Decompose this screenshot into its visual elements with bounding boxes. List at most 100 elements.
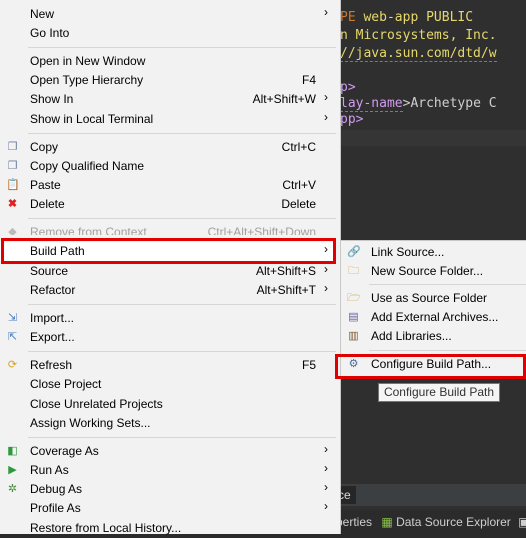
menu-item-go-into[interactable]: Go Into	[0, 24, 336, 43]
menu-item-remove-from-context: ◆ Remove from Context Ctrl+Alt+Shift+Dow…	[0, 223, 336, 235]
menu-item-label: Source	[30, 264, 69, 278]
menu-item-label: Close Unrelated Projects	[30, 397, 163, 411]
menu-item-export[interactable]: ⇱ Export...	[0, 328, 336, 347]
submenu-arrow-icon: ›	[324, 90, 328, 104]
copy-qualified-icon: ❐	[7, 160, 18, 172]
properties-tab[interactable]: perties	[336, 515, 372, 529]
submenu-arrow-icon: ›	[324, 499, 328, 513]
shortcut-label: Ctrl+Alt+Shift+Down	[207, 225, 316, 235]
menu-item-label: Paste	[30, 178, 61, 192]
code-line: p>	[340, 80, 356, 95]
delete-icon: ✖	[7, 198, 18, 210]
current-line-highlight	[336, 130, 526, 146]
code-line: //java.sun.com/dtd/w	[340, 46, 497, 62]
menu-item-close-project[interactable]: Close Project	[0, 375, 336, 394]
menu-item-label: Refactor	[30, 283, 76, 297]
menu-item-label: Remove from Context	[30, 225, 147, 235]
submenu-item-label: Add Libraries...	[371, 329, 452, 343]
highlight-box-build-path	[1, 238, 336, 264]
menu-item-refresh[interactable]: ⟳ Refresh F5	[0, 356, 336, 375]
menu-item-copy[interactable]: ❐ Copy Ctrl+C	[0, 138, 336, 157]
menu-item-close-unrelated-projects[interactable]: Close Unrelated Projects	[0, 395, 336, 414]
data-source-icon: ▦	[381, 515, 393, 529]
refresh-icon: ⟳	[7, 359, 18, 371]
context-menu: New › Go Into Open in New Window Open Ty…	[0, 0, 341, 535]
menu-item-label: Debug As	[30, 482, 83, 496]
menu-item-label: Show in Local Terminal	[30, 112, 154, 126]
shortcut-label: Alt+Shift+S	[255, 264, 316, 278]
shortcut-label: Ctrl+V	[282, 178, 316, 192]
code-line: pp>	[340, 112, 364, 127]
code-line: PE web-app PUBLIC	[340, 10, 474, 25]
shortcut-label: F5	[301, 358, 316, 372]
menu-item-label: New	[30, 7, 55, 21]
menu-item-label: Import...	[30, 311, 75, 325]
menu-item-delete[interactable]: ✖ Delete Delete	[0, 195, 336, 214]
submenu-item-label: Use as Source Folder	[371, 291, 488, 305]
menu-item-label: Copy Qualified Name	[30, 159, 145, 173]
submenu-arrow-icon: ›	[324, 281, 328, 295]
submenu-item-new-source-folder[interactable]: 🗀 New Source Folder...	[341, 262, 526, 281]
submenu-arrow-icon: ›	[324, 461, 328, 475]
submenu-item-link-source[interactable]: 🔗 Link Source...	[341, 243, 526, 262]
menu-item-label: Run As	[30, 463, 69, 477]
paste-icon: 📋	[6, 179, 20, 191]
submenu-item-add-libraries[interactable]: ▥ Add Libraries...	[341, 327, 526, 346]
menu-item-label: Open in New Window	[30, 54, 146, 68]
menu-item-label: Open Type Hierarchy	[30, 73, 144, 87]
menu-item-paste[interactable]: 📋 Paste Ctrl+V	[0, 176, 336, 195]
menu-item-import[interactable]: ⇲ Import...	[0, 309, 336, 328]
copy-icon: ❐	[7, 141, 18, 153]
source-folder-icon: 🗁	[347, 292, 361, 304]
code-line: n Microsystems, Inc.	[340, 28, 497, 43]
menu-item-copy-qualified-name[interactable]: ❐ Copy Qualified Name	[0, 157, 336, 176]
submenu-separator	[369, 350, 526, 351]
submenu-arrow-icon: ›	[324, 262, 328, 276]
run-icon: ▶	[8, 464, 17, 476]
menu-item-label: Refresh	[30, 358, 73, 372]
data-source-explorer-tab[interactable]: Data Source Explorer	[396, 515, 511, 529]
remove-context-icon: ◆	[8, 226, 17, 235]
menu-item-coverage-as[interactable]: ◧ Coverage As ›	[0, 442, 336, 461]
view-tab-strip: perties ▦ Data Source Explorer ▣	[336, 510, 526, 534]
menu-item-source[interactable]: Source Alt+Shift+S ›	[0, 262, 336, 281]
menu-item-label: Assign Working Sets...	[30, 416, 151, 430]
bottom-tab-bar	[336, 484, 526, 506]
coverage-icon: ◧	[7, 445, 18, 457]
menu-item-label: Copy	[30, 140, 59, 154]
shortcut-label: Alt+Shift+W	[252, 92, 316, 106]
submenu-arrow-icon: ›	[324, 5, 328, 19]
highlight-box-configure-build-path	[335, 354, 526, 379]
menu-item-open-type-hierarchy[interactable]: Open Type Hierarchy F4	[0, 71, 336, 90]
link-source-icon: 🔗	[347, 246, 361, 258]
menu-item-refactor[interactable]: Refactor Alt+Shift+T ›	[0, 281, 336, 300]
submenu-item-use-as-source-folder[interactable]: 🗁 Use as Source Folder	[341, 289, 526, 308]
submenu-item-label: Add External Archives...	[371, 310, 499, 324]
export-icon: ⇱	[7, 331, 18, 343]
menu-item-run-as[interactable]: ▶ Run As ›	[0, 461, 336, 480]
menu-item-assign-working-sets[interactable]: Assign Working Sets...	[0, 414, 336, 433]
menu-item-debug-as[interactable]: ✲ Debug As ›	[0, 480, 336, 499]
menu-item-show-in-local-terminal[interactable]: Show in Local Terminal ›	[0, 110, 336, 129]
menu-item-label: Go Into	[30, 26, 70, 40]
menu-item-label: Export...	[30, 330, 75, 344]
view-icon: ▣	[518, 515, 526, 529]
menu-item-open-new-window[interactable]: Open in New Window	[0, 52, 336, 71]
menu-separator	[28, 437, 336, 438]
import-icon: ⇲	[7, 312, 18, 324]
menu-item-show-in[interactable]: Show In Alt+Shift+W ›	[0, 90, 336, 109]
menu-separator	[28, 47, 336, 48]
menu-separator	[28, 304, 336, 305]
menu-item-label: Profile As	[30, 501, 81, 515]
menu-item-label: Delete	[30, 197, 65, 211]
shortcut-label: Alt+Shift+T	[256, 283, 316, 297]
menu-separator	[28, 133, 336, 134]
submenu-item-label: Link Source...	[371, 245, 445, 259]
menu-item-new[interactable]: New ›	[0, 5, 336, 24]
new-source-folder-icon: 🗀	[348, 265, 359, 277]
menu-item-restore-local-history[interactable]: Restore from Local History...	[0, 519, 336, 538]
submenu-arrow-icon: ›	[324, 480, 328, 494]
submenu-separator	[369, 284, 526, 285]
menu-item-profile-as[interactable]: Profile As ›	[0, 499, 336, 518]
submenu-item-add-external-archives[interactable]: ▤ Add External Archives...	[341, 308, 526, 327]
